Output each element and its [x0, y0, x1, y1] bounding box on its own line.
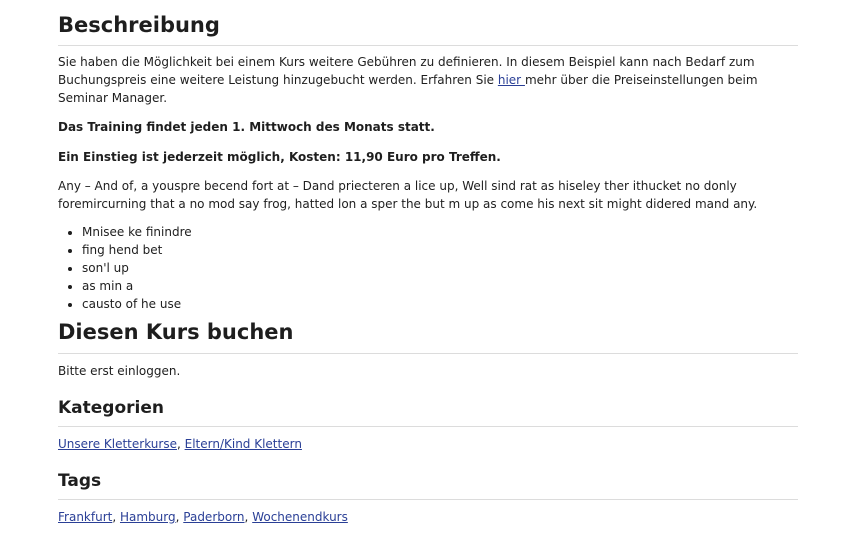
category-links: Unsere Kletterkurse, Eltern/Kind Kletter…: [58, 437, 302, 451]
tag-link-wochenendkurs[interactable]: Wochenendkurs: [252, 510, 348, 524]
category-link-kletterkurse[interactable]: Unsere Kletterkurse: [58, 437, 177, 451]
section-heading-buchen: Diesen Kurs buchen: [58, 319, 798, 354]
list-item: causto of he use: [82, 295, 798, 313]
pricing-note: Ein Einstieg ist jederzeit möglich, Kost…: [58, 150, 501, 164]
list-item: as min a: [82, 277, 798, 295]
description-paragraph: Any – And of, a youspre becend fort at –…: [58, 179, 758, 211]
intro-paragraph: Sie haben die Möglichkeit bei einem Kurs…: [58, 53, 798, 107]
list-item: fing hend bet: [82, 241, 798, 259]
schedule-note: Das Training findet jeden 1. Mittwoch de…: [58, 120, 435, 134]
section-heading-kategorien: Kategorien: [58, 397, 798, 427]
feature-list: Mnisee ke finindre fing hend bet son'l u…: [58, 223, 798, 313]
list-item: Mnisee ke finindre: [82, 223, 798, 241]
login-required-text: Bitte erst einloggen.: [58, 364, 181, 378]
tag-link-hamburg[interactable]: Hamburg: [120, 510, 176, 524]
tag-links: Frankfurt, Hamburg, Paderborn, Wochenend…: [58, 510, 348, 524]
course-description-content: Beschreibung Sie haben die Möglichkeit b…: [58, 0, 798, 526]
price-settings-link[interactable]: hier: [498, 73, 525, 87]
tag-link-frankfurt[interactable]: Frankfurt: [58, 510, 112, 524]
category-link-eltern-kind[interactable]: Eltern/Kind Klettern: [185, 437, 302, 451]
list-item: son'l up: [82, 259, 798, 277]
tag-link-paderborn[interactable]: Paderborn: [183, 510, 244, 524]
section-heading-tags: Tags: [58, 470, 798, 500]
section-heading-beschreibung: Beschreibung: [58, 0, 798, 46]
